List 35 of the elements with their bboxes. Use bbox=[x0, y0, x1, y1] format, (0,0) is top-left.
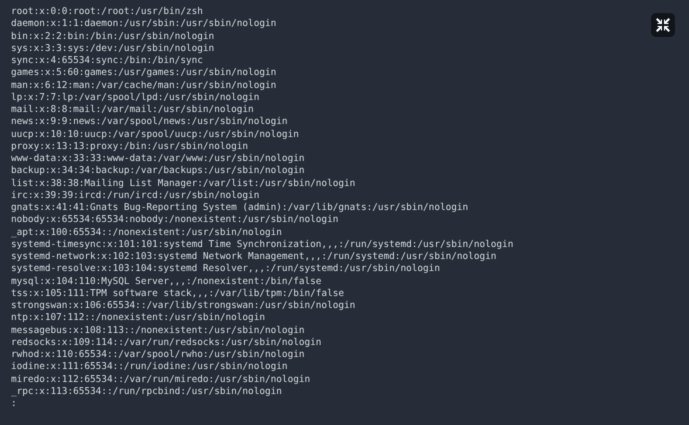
terminal-line: mysql:x:104:110:MySQL Server,,,:/nonexistent:/bin/false bbox=[11, 276, 322, 288]
terminal-line: strongswan:x:106:65534::/var/lib/strongswan:/usr/sbin/nologin bbox=[11, 300, 356, 312]
terminal-line: systemd-timesync:x:101:101:systemd Time Synchronization,,,:/run/systemd:/usr/sbin/nologin bbox=[11, 238, 514, 251]
terminal-line: messagebus:x:108:113::/nonexistent:/usr/sbin/nologin bbox=[11, 324, 304, 337]
terminal-line: systemd-network:x:102:103:systemd Network Management,,,:/run/systemd:/usr/sbin/nologin bbox=[11, 251, 496, 264]
terminal-line: tss:x:105:111:TPM software stack,,,:/var/lib/tpm:/bin/false bbox=[11, 288, 344, 300]
exit-fullscreen-button[interactable] bbox=[651, 13, 675, 37]
pager-prompt: : bbox=[11, 398, 17, 410]
terminal-line: daemon:x:1:1:daemon:/usr/sbin:/usr/sbin/nologin bbox=[11, 18, 276, 30]
terminal-line: _apt:x:100:65534::/nonexistent:/usr/sbin/nologin bbox=[11, 226, 282, 239]
terminal-line: list:x:38:38:Mailing List Manager:/var/list:/usr/sbin/nologin bbox=[11, 178, 356, 190]
terminal-line: sync:x:4:65534:sync:/bin:/bin/sync bbox=[11, 55, 203, 68]
terminal-line: proxy:x:13:13:proxy:/bin:/usr/sbin/nologin bbox=[11, 140, 248, 153]
terminal-line: uucp:x:10:10:uucp:/var/spool/uucp:/usr/sbin/nologin bbox=[11, 128, 299, 141]
terminal-line: gnats:x:41:41:Gnats Bug-Reporting System (admin):/var/lib/gnats:/usr/sbin/nologin bbox=[11, 202, 468, 214]
terminal-line: redsocks:x:109:114::/var/run/redsocks:/usr/sbin/nologin bbox=[11, 336, 322, 349]
terminal-line: backup:x:34:34:backup:/var/backups:/usr/sbin/nologin bbox=[11, 165, 304, 178]
terminal-line: bin:x:2:2:bin:/bin:/usr/sbin/nologin bbox=[11, 30, 214, 43]
terminal-line: _rpc:x:113:65534::/run/rpcbind:/usr/sbin/nologin bbox=[11, 386, 282, 398]
terminal-line: irc:x:39:39:ircd:/run/ircd:/usr/sbin/nologin bbox=[11, 190, 260, 202]
terminal-line: nobody:x:65534:65534:nobody:/nonexistent:/usr/sbin/nologin bbox=[11, 214, 338, 226]
terminal-line: root:x:0:0:root:/root:/usr/bin/zsh bbox=[11, 6, 203, 18]
terminal-line: miredo:x:112:65534::/var/run/miredo:/usr/sbin/nologin bbox=[11, 374, 310, 386]
terminal-line: iodine:x:111:65534::/run/iodine:/usr/sbin/nologin bbox=[11, 361, 288, 374]
terminal-line: ntp:x:107:112::/nonexistent:/usr/sbin/nologin bbox=[11, 312, 265, 324]
terminal-line: mail:x:8:8:mail:/var/mail:/usr/sbin/nologin bbox=[11, 104, 254, 116]
terminal-line: systemd-resolve:x:103:104:systemd Resolver,,,:/run/systemd:/usr/sbin/nologin bbox=[11, 263, 440, 276]
terminal-line: man:x:6:12:man:/var/cache/man:/usr/sbin/nologin bbox=[11, 80, 276, 92]
terminal-line: sys:x:3:3:sys:/dev:/usr/sbin/nologin bbox=[11, 42, 214, 55]
terminal-line: games:x:5:60:games:/usr/games:/usr/sbin/nologin bbox=[11, 67, 276, 80]
terminal-line: lp:x:7:7:lp:/var/spool/lpd:/usr/sbin/nologin bbox=[11, 92, 260, 104]
collapse-arrows-icon bbox=[655, 17, 671, 33]
terminal-line: news:x:9:9:news:/var/spool/news:/usr/sbin/nologin bbox=[11, 116, 288, 128]
terminal-line: www-data:x:33:33:www-data:/var/www:/usr/sbin/nologin bbox=[11, 153, 304, 166]
terminal-line: rwhod:x:110:65534::/var/spool/rwho:/usr/sbin/nologin bbox=[11, 349, 304, 362]
